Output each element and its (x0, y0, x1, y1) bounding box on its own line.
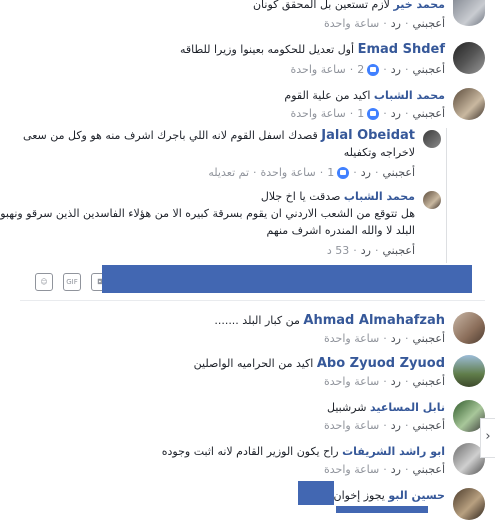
edited-label[interactable]: تم تعديله (208, 166, 249, 179)
comment-text-continued: لاخراجه وتكفيله (343, 146, 415, 159)
comment-text: صدقت يا اخ جلال (260, 190, 341, 203)
like-count[interactable]: 1 (327, 166, 334, 179)
like-link[interactable]: أعجبني (412, 63, 445, 76)
comment-text: أول تعديل للحكومه بعينوا وزيرا للطاقه (179, 43, 355, 56)
comment-author[interactable]: محمد الشباب (344, 190, 415, 203)
reply-link[interactable]: رد (391, 332, 401, 345)
comment-text: لازم تستعين بل المحقق كونان (252, 0, 390, 11)
reply-thread-line (446, 128, 447, 263)
timestamp[interactable]: ساعة واحدة (291, 63, 346, 76)
reply-link[interactable]: رد (361, 244, 371, 257)
avatar[interactable] (423, 130, 441, 148)
avatar[interactable] (453, 312, 485, 344)
comment-text: راح يكون الوزير القادم لانه اثبت وجوده (161, 445, 339, 458)
comment-author[interactable]: ابو راشد الشريفات (342, 445, 445, 458)
comment-author[interactable]: Jalal Obeidat (321, 128, 415, 143)
like-link[interactable]: أعجبني (412, 107, 445, 120)
like-link[interactable]: أعجبني (412, 332, 445, 345)
comment-author[interactable]: محمد الشباب (374, 89, 445, 102)
reply-link[interactable]: رد (391, 63, 401, 76)
comment-text: من كبار البلد ....... (214, 314, 300, 327)
like-link[interactable]: أعجبني (412, 17, 445, 30)
comment-text-continued: البلد لا والله المندره اشرف منهم (266, 224, 415, 237)
reply-link[interactable]: رد (361, 166, 371, 179)
like-icon (367, 108, 380, 120)
like-count[interactable]: 2 (357, 63, 364, 76)
timestamp[interactable]: ساعة واحدة (291, 107, 346, 120)
avatar[interactable] (453, 0, 485, 26)
comment-text-continued: هل تتوقع من الشعب الاردني ان يقوم بسرقة … (0, 207, 415, 220)
comment-author[interactable]: Abo Zyuod Zyuod (317, 356, 445, 371)
avatar[interactable] (453, 42, 485, 74)
comment-text: قصدك اسفل القوم لانه اللي باجرك اشرف منه… (23, 129, 318, 142)
like-link[interactable]: أعجبني (382, 166, 415, 179)
avatar[interactable] (423, 191, 441, 209)
like-count[interactable]: 1 (357, 107, 364, 120)
like-link[interactable]: أعجبني (382, 244, 415, 257)
comment-text: شرشبيل (327, 401, 367, 414)
reply-link[interactable]: رد (391, 419, 401, 432)
timestamp[interactable]: 53 د (327, 244, 349, 257)
scroll-right-arrow[interactable]: › (480, 418, 495, 458)
redaction-block (102, 265, 472, 293)
comment-author[interactable]: حسين البو (388, 489, 445, 502)
comment-author[interactable]: محمد خير (393, 0, 445, 11)
like-link[interactable]: أعجبني (412, 375, 445, 388)
redaction-block (336, 506, 428, 513)
sticker-icon[interactable]: ☺ (35, 273, 53, 291)
timestamp[interactable]: ساعة واحدة (324, 332, 379, 345)
avatar[interactable] (453, 88, 485, 120)
divider (20, 300, 485, 301)
reply-link[interactable]: رد (391, 107, 401, 120)
timestamp[interactable]: ساعة واحدة (324, 17, 379, 30)
comment-text: يجوز إخوان (333, 489, 385, 502)
comment-author[interactable]: Emad Shdef (358, 42, 445, 57)
comment-author[interactable]: Ahmad Almahafzah (303, 313, 445, 328)
reply-link[interactable]: رد (391, 375, 401, 388)
gif-icon[interactable]: GIF (63, 273, 81, 291)
reply-link[interactable]: رد (391, 17, 401, 30)
timestamp[interactable]: ساعة واحدة (324, 419, 379, 432)
like-link[interactable]: أعجبني (412, 419, 445, 432)
timestamp[interactable]: ساعة واحدة (324, 375, 379, 388)
reply-link[interactable]: رد (391, 463, 401, 476)
like-icon (367, 64, 380, 76)
comment-text: اكيد من الحراميه الواصلين (193, 357, 314, 370)
comment-author[interactable]: نابل المساعيد (370, 401, 445, 414)
timestamp[interactable]: ساعة واحدة (261, 166, 316, 179)
timestamp[interactable]: ساعة واحدة (324, 463, 379, 476)
comment-text: اكيد من علية القوم (284, 89, 371, 102)
redaction-block (298, 481, 334, 505)
like-link[interactable]: أعجبني (412, 463, 445, 476)
like-icon (337, 167, 350, 179)
avatar[interactable] (453, 488, 485, 520)
avatar[interactable] (453, 355, 485, 387)
